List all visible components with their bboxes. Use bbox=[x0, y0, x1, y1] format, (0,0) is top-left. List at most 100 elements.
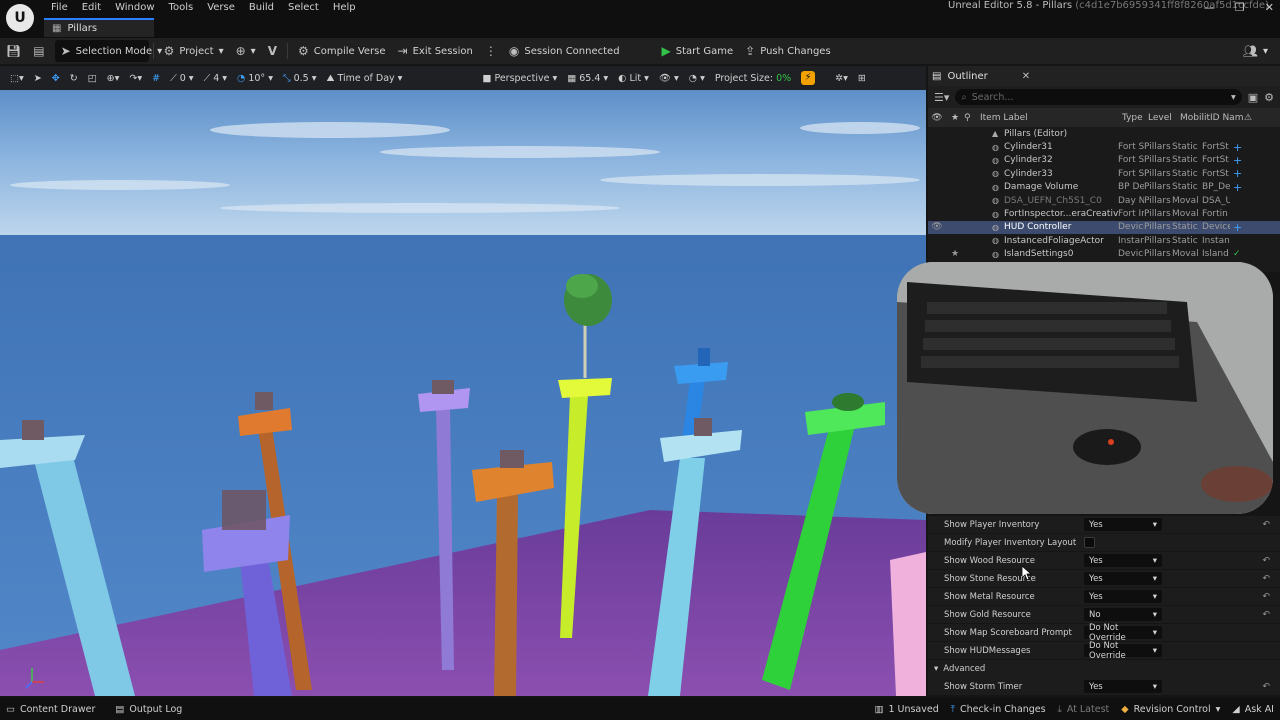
scale-snap[interactable]: ⤡ 0.5 ▾ bbox=[279, 73, 321, 84]
grid-size[interactable]: ⟋ 4 ▾ bbox=[200, 73, 231, 84]
rotation-snap[interactable]: ◔ 10° ▾ bbox=[233, 73, 277, 84]
more-options-icon[interactable]: ⋮ bbox=[479, 40, 503, 62]
content-browser-button[interactable]: ▤ bbox=[27, 40, 50, 62]
favorite-column-icon[interactable]: ★ bbox=[946, 113, 964, 123]
check-in-changes-button[interactable]: ⤒ Check-in Changes bbox=[945, 704, 1052, 715]
restore-icon[interactable]: ❐ bbox=[1235, 1, 1245, 14]
menu-build[interactable]: Build bbox=[242, 1, 281, 14]
viewport-scene[interactable] bbox=[0, 90, 926, 696]
perspective-dropdown[interactable]: ■ Perspective ▾ bbox=[478, 73, 561, 84]
performance-dropdown[interactable]: ◔ ▾ bbox=[685, 73, 709, 84]
outliner-row[interactable]: ★ ◍ IslandSettings0 DevicePillarsMovalIslan… bbox=[928, 248, 1280, 261]
add-icon[interactable]: + bbox=[1233, 141, 1242, 154]
column-level[interactable]: Level bbox=[1148, 113, 1180, 123]
outliner-row[interactable]: 👁︎◍HUD ControllerDevicePillarsStaticDevi… bbox=[928, 220, 1280, 235]
outliner-row[interactable]: ◍ InstancedFoliageActor Instan Pillars Stati… bbox=[928, 234, 1280, 247]
reset-to-default-icon[interactable]: ↶ bbox=[1262, 682, 1270, 692]
property-dropdown[interactable]: Yes ▾ bbox=[1084, 680, 1162, 693]
menu-edit[interactable]: Edit bbox=[75, 1, 108, 14]
at-latest-status[interactable]: ⤓ At Latest bbox=[1052, 704, 1116, 715]
revision-control-dropdown[interactable]: ◆ Revision Control ▾ bbox=[1115, 704, 1226, 715]
unsaved-button[interactable]: ▥ 1 Unsaved bbox=[868, 704, 944, 715]
outliner-row[interactable]: ◍ DSA_UEFN_Ch5S1_C0 Day N Pillars Moval DSA_U bbox=[928, 194, 1280, 207]
menu-help[interactable]: Help bbox=[326, 1, 363, 14]
property-checkbox[interactable] bbox=[1084, 537, 1095, 548]
ask-ai-button[interactable]: ◢ Ask AI bbox=[1226, 704, 1280, 715]
angle-snap[interactable]: ⟋ 0 ▾ bbox=[166, 73, 197, 84]
compile-verse-button[interactable]: ⚙ Compile Verse bbox=[292, 40, 392, 62]
outliner-root-row[interactable]: ▲ Pillars (Editor) bbox=[928, 127, 1280, 140]
favorite-star-icon[interactable]: ★ bbox=[946, 249, 964, 259]
add-icon[interactable]: + bbox=[1233, 167, 1242, 180]
add-icon[interactable]: + bbox=[1233, 221, 1242, 234]
new-folder-icon[interactable]: ▣ bbox=[1248, 91, 1258, 104]
add-icon[interactable]: + bbox=[1233, 154, 1242, 167]
column-type[interactable]: Type bbox=[1122, 113, 1148, 123]
property-dropdown[interactable]: Yes ▾ bbox=[1084, 554, 1162, 567]
start-game-button[interactable]: ▶ Start Game bbox=[656, 40, 740, 62]
surface-snap[interactable]: ↷▾ bbox=[125, 73, 146, 84]
add-actor-dropdown[interactable]: ⊕ ▾ bbox=[230, 40, 262, 62]
outliner-row[interactable]: ◍ Cylinder32 Fort S Pillars Static FortSt + bbox=[928, 154, 1280, 167]
menu-file[interactable]: File bbox=[44, 1, 75, 14]
time-of-day-dropdown[interactable]: ⛰ Time of Day ▾ bbox=[322, 73, 406, 84]
outliner-settings-icon[interactable]: ⚙ bbox=[1264, 91, 1274, 104]
property-dropdown[interactable]: Yes ▾ bbox=[1084, 518, 1162, 531]
property-dropdown[interactable]: No ▾ bbox=[1084, 608, 1162, 621]
select-tool[interactable]: ➤ bbox=[30, 73, 46, 84]
filter-icon[interactable]: ☰▾ bbox=[934, 91, 949, 104]
session-status[interactable]: ◉ Session Connected bbox=[503, 40, 626, 62]
show-flags-dropdown[interactable]: 👁︎ ▾ bbox=[655, 73, 683, 84]
scale-tool[interactable]: ◰ bbox=[84, 73, 101, 84]
move-tool[interactable]: ✥ bbox=[48, 73, 64, 84]
viewport-settings[interactable]: ✲▾ bbox=[831, 73, 852, 84]
pin-column-icon[interactable]: ⚲ bbox=[964, 113, 980, 123]
outliner-search-input[interactable]: ⌕ Search... ▾ bbox=[955, 89, 1242, 105]
level-viewport[interactable]: ⬚▾ ➤ ✥ ↻ ◰ ⊕▾ ↷▾ # ⟋ 0 ▾ ⟋ 4 ▾ ◔ 10° ▾ ⤡ 0.5 ▾ ⛰… bbox=[0, 66, 926, 696]
exit-session-button[interactable]: ⇥ Exit Session bbox=[392, 40, 479, 62]
outliner-row[interactable]: ◍ FortInspector...eraCreative1 Fort Ir Pill… bbox=[928, 207, 1280, 220]
close-tab-icon[interactable]: ✕ bbox=[1022, 71, 1030, 82]
outliner-row[interactable]: ◍ Cylinder31 Fort S Pillars Static FortSt + bbox=[928, 140, 1280, 154]
reset-to-default-icon[interactable]: ↶ bbox=[1262, 556, 1270, 566]
menu-select[interactable]: Select bbox=[281, 1, 326, 14]
property-dropdown[interactable]: Do Not Override ▾ bbox=[1084, 623, 1162, 643]
rotate-tool[interactable]: ↻ bbox=[66, 73, 82, 84]
layout-toggle[interactable]: ⊞ bbox=[854, 73, 870, 84]
minimize-icon[interactable]: — bbox=[1204, 1, 1215, 14]
realtime-toggle[interactable]: ⚡︎ bbox=[797, 71, 819, 85]
visibility-column-icon[interactable]: 👁︎ bbox=[928, 113, 946, 123]
property-dropdown[interactable]: Yes ▾ bbox=[1084, 572, 1162, 585]
add-icon[interactable]: + bbox=[1233, 181, 1242, 194]
verse-button[interactable]: V bbox=[262, 40, 283, 62]
world-space-toggle[interactable]: ⊕▾ bbox=[103, 73, 124, 84]
reset-to-default-icon[interactable]: ↶ bbox=[1262, 592, 1270, 602]
save-button[interactable]: 💾︎ bbox=[0, 40, 27, 62]
visibility-eye-icon[interactable]: 👁︎ bbox=[928, 222, 946, 232]
users-icon[interactable]: 👥︎ ▾ bbox=[1237, 40, 1274, 62]
push-changes-button[interactable]: ⇪ Push Changes bbox=[739, 40, 836, 62]
column-id-name[interactable]: ID Name bbox=[1210, 113, 1244, 123]
reset-to-default-icon[interactable]: ↶ bbox=[1262, 610, 1270, 620]
outliner-tab[interactable]: ▤ Outliner ✕ bbox=[928, 66, 1280, 86]
grid-snap[interactable]: # bbox=[148, 73, 164, 84]
close-window-icon[interactable]: ✕ bbox=[1265, 1, 1274, 14]
column-mobility[interactable]: Mobility bbox=[1180, 113, 1210, 123]
selection-mode-dropdown[interactable]: ➤ Selection Mode ▾ bbox=[54, 40, 162, 62]
outliner-row[interactable]: ◍ Damage Volume BP De Pillars Static BP_De + bbox=[928, 181, 1280, 194]
column-item-label[interactable]: Item Label bbox=[980, 113, 1122, 123]
menu-tools[interactable]: Tools bbox=[162, 1, 201, 14]
advanced-section[interactable]: ▾ Advanced bbox=[928, 660, 1280, 678]
outliner-row[interactable]: ◍ Cylinder33 Fort S Pillars Static FortSt + bbox=[928, 167, 1280, 180]
reset-to-default-icon[interactable]: ↶ bbox=[1262, 574, 1270, 584]
output-log-button[interactable]: ▤ Output Log bbox=[109, 704, 188, 715]
view-mode-dropdown[interactable]: ◐ Lit ▾ bbox=[614, 73, 653, 84]
transform-tools[interactable]: ⬚▾ bbox=[6, 73, 28, 84]
unreal-logo-icon[interactable]: U bbox=[6, 4, 34, 32]
project-dropdown[interactable]: ⚙ Project ▾ bbox=[158, 40, 230, 62]
menu-window[interactable]: Window bbox=[108, 1, 161, 14]
fov-control[interactable]: ▦ 65.4 ▾ bbox=[563, 73, 612, 84]
property-dropdown[interactable]: Yes ▾ bbox=[1084, 590, 1162, 603]
menu-verse[interactable]: Verse bbox=[200, 1, 242, 14]
property-dropdown[interactable]: Do Not Override ▾ bbox=[1084, 641, 1162, 661]
